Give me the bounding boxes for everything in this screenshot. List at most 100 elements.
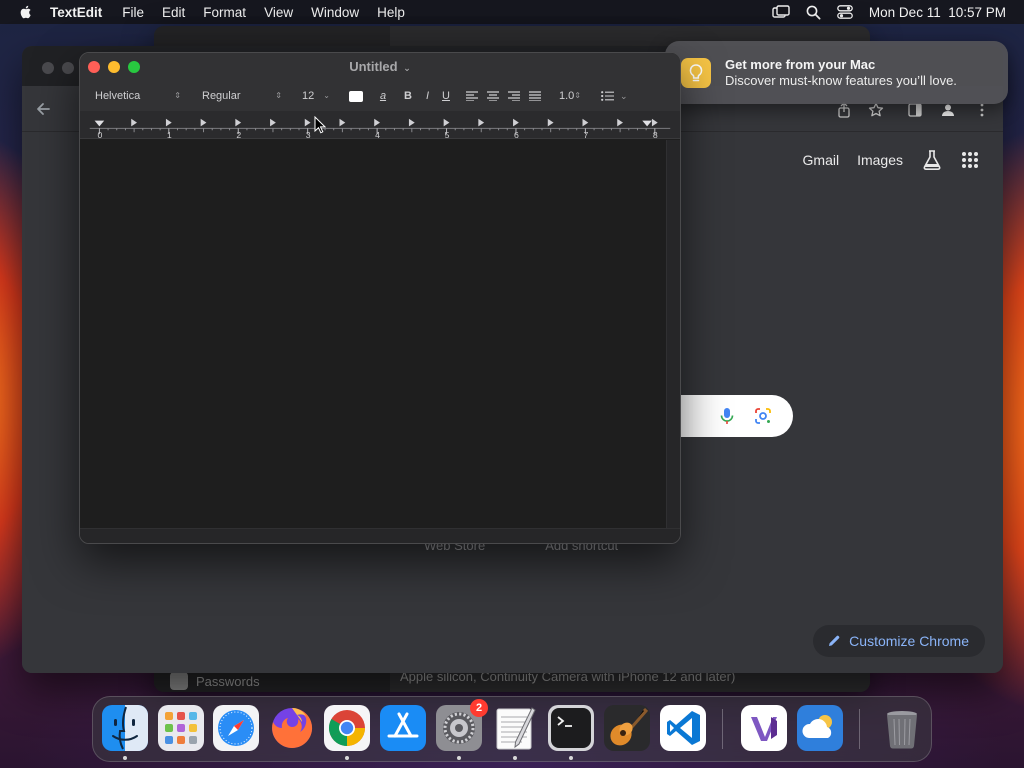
dock-separator [859,709,860,749]
weather-icon [797,705,843,751]
ruler-number: 5 [445,130,450,139]
customize-chrome-button[interactable]: Customize Chrome [813,625,985,657]
dock-system-settings[interactable]: 2 [436,699,488,760]
dock-textedit[interactable] [492,705,538,760]
dock-google-chrome[interactable] [324,705,370,760]
menu-file[interactable]: File [122,5,144,20]
dock-separator [722,709,723,749]
dock-terminal[interactable] [548,705,594,760]
align-left-icon[interactable] [465,91,478,101]
vscode-icon [660,705,706,751]
bold-button[interactable]: B [404,90,412,102]
running-indicator [569,756,573,760]
chevron-down-icon: ⌄ [619,90,628,101]
labs-flask-icon[interactable] [921,149,943,171]
tab-stop-marker[interactable] [547,118,554,127]
notification-badge: 2 [470,699,488,717]
textedit-title[interactable]: Untitled ⌄ [80,59,680,74]
document-text-area[interactable] [80,140,666,528]
menu-clock[interactable]: Mon Dec 11 10:57 PM [869,5,1006,20]
popup-updown-icon: ⇕ [574,91,581,100]
menu-format[interactable]: Format [203,5,246,20]
spotlight-search-icon[interactable] [806,5,821,20]
dock-safari[interactable] [213,705,259,751]
chrome-minimize-button[interactable] [62,62,74,74]
ruler[interactable]: 0 1 2 3 4 5 6 7 8 [80,111,680,139]
align-justify-icon[interactable] [528,91,541,101]
popup-updown-icon: ⇕ [275,91,282,100]
highlight-color-button[interactable]: a [376,89,390,103]
images-link[interactable]: Images [857,152,903,168]
tab-stop-marker[interactable] [651,118,658,127]
side-panel-icon[interactable] [907,102,923,118]
dock-trash[interactable] [879,705,925,751]
tab-stop-marker[interactable] [408,118,415,127]
dock-garageband[interactable] [604,705,650,751]
font-family-popup[interactable]: Helvetica ⇕ [89,87,187,105]
vertical-scrollbar[interactable] [666,140,680,528]
tab-stop-marker[interactable] [304,118,311,127]
horizontal-scrollbar[interactable] [80,528,680,543]
left-indent-marker[interactable] [94,120,105,127]
dock-finder[interactable] [102,705,148,760]
underline-button[interactable]: U [442,90,450,102]
tab-stop-marker[interactable] [617,118,623,127]
control-center-icon[interactable] [837,5,853,19]
dock-firefox[interactable] [269,705,315,751]
bookmark-star-icon[interactable] [868,102,884,118]
ruler-number: 3 [306,130,311,139]
gmail-link[interactable]: Gmail [803,152,840,168]
right-margin-marker[interactable] [642,120,652,127]
menu-help[interactable]: Help [377,5,405,20]
tab-stop-marker[interactable] [374,118,380,127]
font-style-popup[interactable]: Regular ⇕ [196,87,288,105]
dock-visual-studio[interactable] [741,705,787,751]
chrome-close-button[interactable] [42,62,54,74]
sidebar-item-passwords[interactable]: Passwords [170,670,260,692]
tab-stop-marker[interactable] [582,118,589,127]
profile-icon[interactable] [940,102,956,118]
voice-search-mic-icon[interactable] [717,406,737,426]
google-lens-icon[interactable] [753,406,773,426]
ruler-number: 1 [167,130,172,139]
dock-launchpad[interactable] [158,705,204,751]
tab-stop-marker[interactable] [443,118,450,127]
chrome-menu-icon[interactable] [974,102,990,118]
dock-weather[interactable] [797,705,843,751]
menu-view[interactable]: View [264,5,293,20]
pencil-icon [829,635,840,646]
text-color-well[interactable] [349,90,363,102]
tab-stop-marker[interactable] [339,118,346,127]
share-icon[interactable] [836,102,852,118]
list-bullets-popup[interactable]: ⌄ [601,91,628,102]
dock-visual-studio-code[interactable] [660,705,706,751]
running-indicator [513,756,517,760]
tab-stop-marker[interactable] [200,118,207,127]
tab-stop-marker[interactable] [131,118,137,127]
align-center-icon[interactable] [486,91,499,101]
launchpad-icon [158,705,204,751]
menu-edit[interactable]: Edit [162,5,185,20]
tab-stop-marker[interactable] [513,118,519,127]
format-bar: Helvetica ⇕ Regular ⇕ 12 ⌄ a B I U 1.0 ⇕… [80,81,680,111]
chevron-down-icon: ⌄ [323,91,330,100]
ruler-number: 6 [514,130,519,139]
line-spacing-popup[interactable]: 1.0 ⇕ [553,87,587,105]
google-apps-icon[interactable] [961,151,979,169]
back-arrow-icon[interactable] [34,100,52,118]
menu-app-name[interactable]: TextEdit [50,5,102,20]
font-size-combo[interactable]: 12 ⌄ [296,87,336,105]
screen-mirroring-icon[interactable] [772,5,790,19]
tab-stop-marker[interactable] [270,118,276,127]
tab-stop-marker[interactable] [235,118,242,127]
align-right-icon[interactable] [507,91,520,101]
dock-app-store[interactable] [380,705,426,751]
mouse-pointer-icon [314,116,326,134]
tab-stop-marker[interactable] [478,118,485,127]
tips-notification[interactable]: Get more from your Mac Discover must-kno… [665,41,1008,104]
italic-button[interactable]: I [426,90,429,102]
menu-window[interactable]: Window [311,5,359,20]
tab-stop-marker[interactable] [165,118,172,127]
dock: 2 [92,696,932,762]
apple-menu-icon[interactable] [18,4,34,20]
